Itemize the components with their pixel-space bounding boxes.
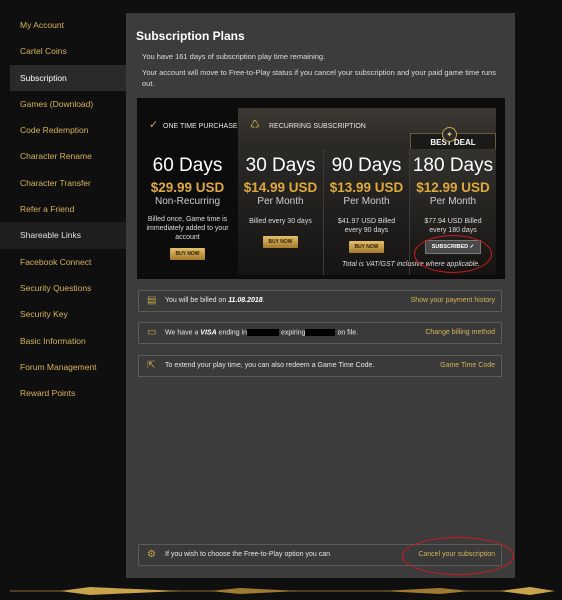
- calendar-icon: ▤: [147, 295, 157, 306]
- one-time-label: ONE TIME PURCHASE: [163, 123, 238, 130]
- plan-60-days: 60 Days $29.99 USD Non-Recurring Billed …: [137, 149, 238, 275]
- recycle-icon: ♺: [250, 119, 260, 131]
- footer-ornament: [10, 587, 555, 595]
- sidebar-item-facebook-connect[interactable]: Facebook Connect: [0, 249, 126, 275]
- sidebar-item-subscription[interactable]: Subscription: [0, 64, 126, 91]
- card-on-file-text: We have a VISA ending in expiring on fil…: [165, 329, 359, 337]
- billing-date-row: ▤ You will be billed on 11.08.2018. Show…: [138, 290, 502, 312]
- plan-billed: Billed every 30 days: [249, 218, 312, 225]
- sidebar-item-my-account[interactable]: My Account: [0, 12, 126, 38]
- sidebar-item-reward-points[interactable]: Reward Points: [0, 380, 126, 406]
- annotation-circle: [414, 235, 492, 273]
- main-panel: Subscription Plans You have 161 days of …: [126, 13, 515, 578]
- plan-period: Per Month: [343, 196, 390, 207]
- plan-days: 30 Days: [245, 155, 316, 176]
- free-to-play-text: If you wish to choose the Free-to-Play o…: [165, 551, 330, 558]
- plan-90-days: 90 Days $13.99 USD Per Month $41.97 USD …: [324, 149, 410, 275]
- sidebar-item-basic-information[interactable]: Basic Information: [0, 328, 126, 354]
- payment-history-link[interactable]: Show your payment history: [411, 297, 495, 304]
- sidebar-item-shareable-links[interactable]: Shareable Links: [0, 222, 126, 249]
- plan-period: Non-Recurring: [154, 196, 221, 207]
- plan-days: 180 Days: [412, 155, 494, 176]
- sidebar-item-security-questions[interactable]: Security Questions: [0, 275, 126, 301]
- sidebar-item-games-download[interactable]: Games (Download): [0, 91, 126, 117]
- change-billing-link[interactable]: Change billing method: [425, 329, 495, 336]
- sidebar-item-code-redemption[interactable]: Code Redemption: [0, 117, 126, 143]
- sidebar-item-security-key[interactable]: Security Key: [0, 301, 126, 327]
- sidebar-item-refer-a-friend[interactable]: Refer a Friend: [0, 196, 126, 222]
- ftp-notice-text: Your account will move to Free-to-Play s…: [142, 68, 497, 88]
- sidebar-item-character-rename[interactable]: Character Rename: [0, 143, 126, 169]
- game-time-code-link[interactable]: Game Time Code: [440, 362, 495, 369]
- plan-price: $14.99 USD: [243, 180, 318, 195]
- plan-billed: Billed once, Game time is immediately ad…: [146, 216, 229, 241]
- star-badge-icon: ✦: [442, 127, 457, 142]
- redaction-mark: [247, 329, 280, 336]
- billing-date-text: You will be billed on 11.08.2018.: [165, 297, 265, 304]
- game-time-code-text: To extend your play time, you can also r…: [165, 362, 375, 369]
- plan-days: 60 Days: [152, 155, 223, 176]
- plan-price: $12.99 USD: [416, 180, 490, 195]
- plan-period: Per Month: [257, 196, 304, 207]
- buy-now-button[interactable]: BUY NOW: [349, 241, 384, 253]
- remaining-time-text: You have 161 days of subscription play t…: [142, 52, 326, 61]
- sidebar-item-character-transfer[interactable]: Character Transfer: [0, 170, 126, 196]
- annotation-circle: [402, 537, 514, 575]
- plan-30-days: 30 Days $14.99 USD Per Month Billed ever…: [238, 149, 324, 275]
- plan-price: $13.99 USD: [329, 180, 404, 195]
- buy-now-button[interactable]: BUY NOW: [170, 248, 205, 260]
- plan-billed: $41.97 USD Billed every 90 days: [337, 218, 396, 234]
- check-icon: ✓: [149, 119, 159, 131]
- credit-card-icon: ▭: [147, 327, 157, 338]
- game-time-code-row: ⇱ To extend your play time, you can also…: [138, 355, 502, 377]
- billing-method-row: ▭ We have a VISA ending in expiring on f…: [138, 322, 502, 344]
- sidebar-item-forum-management[interactable]: Forum Management: [0, 354, 126, 380]
- gears-icon: ⚙: [147, 549, 156, 560]
- sidebar: My Account Cartel Coins Subscription Gam…: [0, 12, 126, 406]
- plan-billed: $77.94 USD Billed every 180 days: [424, 218, 482, 234]
- one-time-header: ✓ ONE TIME PURCHASE: [137, 108, 238, 149]
- plan-price: $29.99 USD: [150, 180, 225, 195]
- redaction-mark: [305, 329, 336, 336]
- sidebar-item-cartel-coins[interactable]: Cartel Coins: [0, 38, 126, 64]
- recurring-label: RECURRING SUBSCRIPTION: [269, 123, 366, 130]
- redeem-icon: ⇱: [147, 360, 156, 371]
- buy-now-button[interactable]: BUY NOW: [263, 236, 298, 248]
- page-title: Subscription Plans: [136, 29, 245, 43]
- plan-days: 90 Days: [331, 155, 402, 176]
- plan-period: Per Month: [429, 196, 477, 207]
